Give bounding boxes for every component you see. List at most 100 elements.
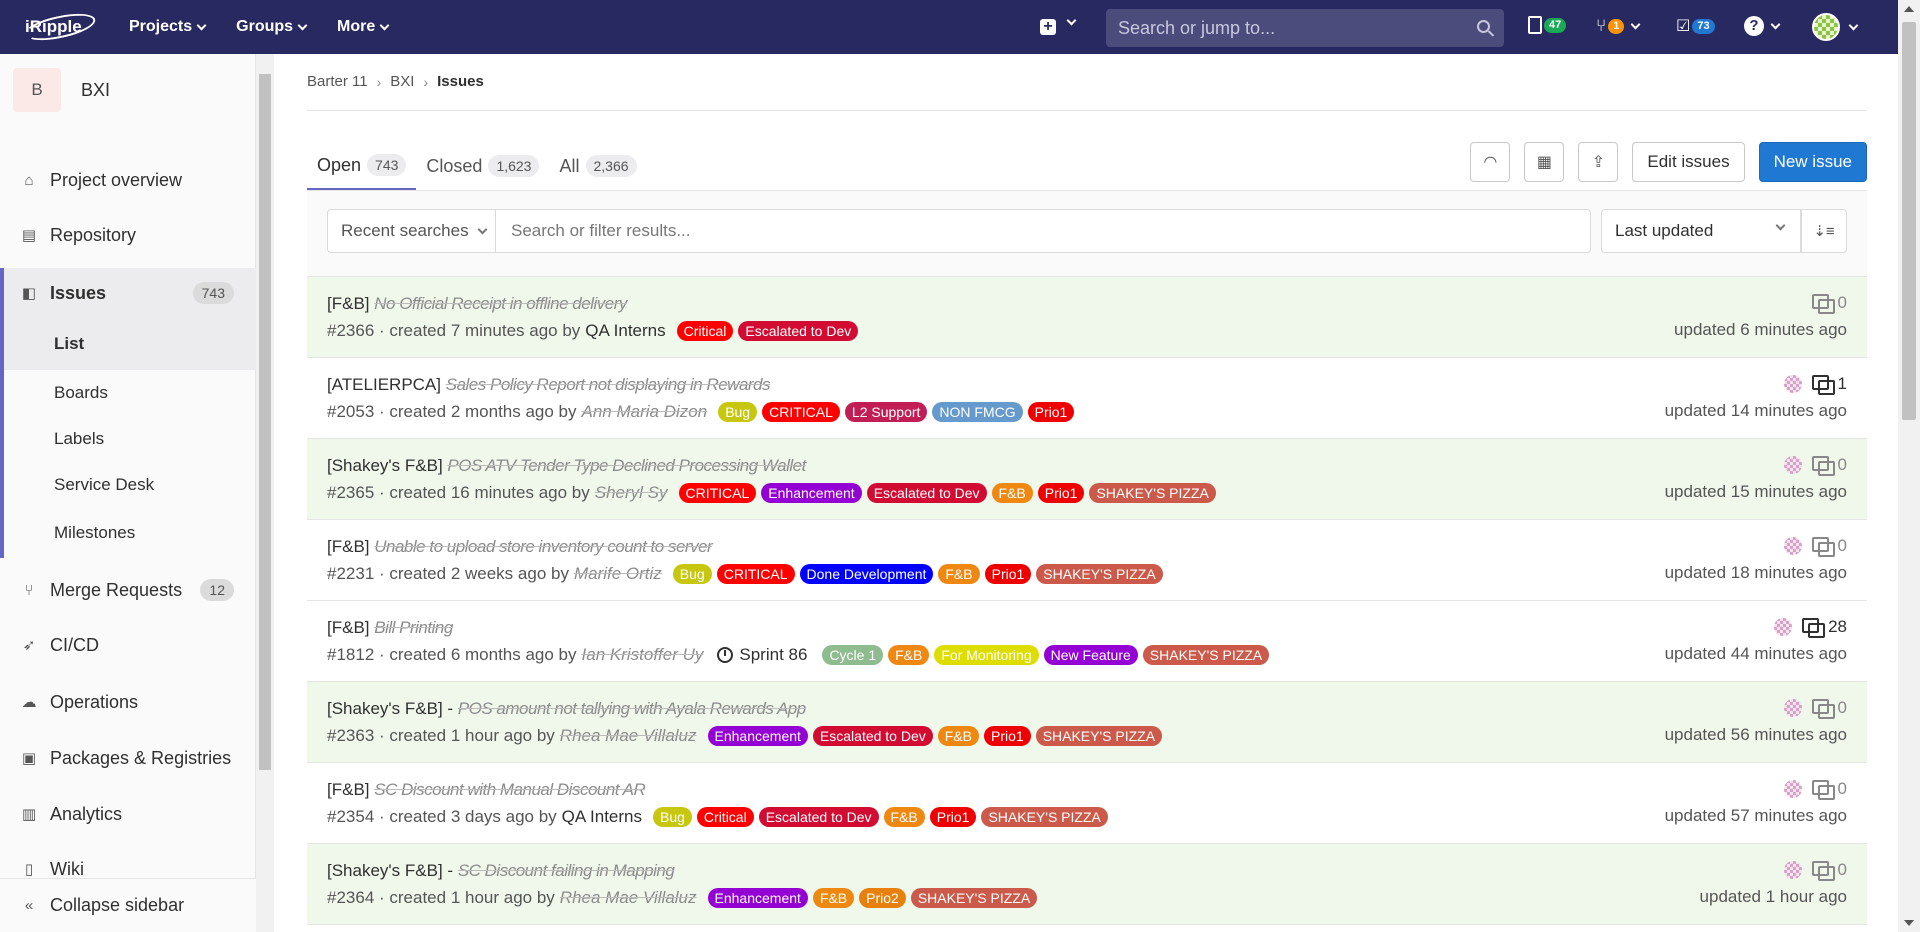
issue-label[interactable]: CRITICAL bbox=[762, 402, 840, 422]
issue-label[interactable]: SHAKEY'S PIZZA bbox=[1035, 726, 1163, 746]
issue-title[interactable]: [F&B] No Official Receipt in offline del… bbox=[327, 294, 627, 314]
sidebar-item-issues[interactable]: ◧ Issues 743 bbox=[0, 268, 256, 318]
issue-label[interactable]: Bug bbox=[672, 564, 712, 584]
issue-label[interactable]: Escalated to Dev bbox=[812, 726, 933, 746]
scroll-up-arrow[interactable] bbox=[1904, 6, 1914, 12]
issue-label[interactable]: Enhancement bbox=[707, 888, 808, 908]
issue-author[interactable]: Rhea Mae Villaluz bbox=[560, 726, 697, 746]
issue-title[interactable]: [F&B] Unable to upload store inventory c… bbox=[327, 537, 713, 557]
issue-label[interactable]: NON FMCG bbox=[932, 402, 1023, 422]
issue-title[interactable]: [Shakey's F&B] POS ATV Tender Type Decli… bbox=[327, 456, 806, 476]
iripple-logo[interactable]: iRipple bbox=[22, 8, 98, 46]
assignee-avatar[interactable] bbox=[1783, 375, 1802, 393]
comments-count[interactable]: 0 bbox=[1811, 536, 1847, 557]
comments-count[interactable]: 0 bbox=[1811, 698, 1847, 719]
project-header[interactable]: B BXI bbox=[13, 68, 110, 112]
tab-open[interactable]: Open 743 bbox=[307, 142, 417, 190]
issue-label[interactable]: Prio1 bbox=[984, 564, 1032, 584]
issue-label[interactable]: Done Development bbox=[799, 564, 934, 584]
todos-button[interactable]: ☑ 73 bbox=[1676, 16, 1715, 36]
issue-label[interactable]: F&B bbox=[888, 645, 930, 665]
issue-label[interactable]: F&B bbox=[991, 483, 1033, 503]
issue-title[interactable]: [F&B] SC Discount with Manual Discount A… bbox=[327, 780, 646, 800]
sidebar-subitem-milestones[interactable]: Milestones bbox=[0, 508, 256, 558]
issue-milestone[interactable]: Sprint 86 bbox=[717, 645, 807, 665]
issue-label[interactable]: Critical bbox=[676, 321, 734, 341]
sort-direction-button[interactable]: ⇣≡ bbox=[1801, 209, 1847, 253]
issue-id[interactable]: #2366 bbox=[327, 321, 374, 341]
issue-title[interactable]: [Shakey's F&B] - SC Discount failing in … bbox=[327, 861, 675, 881]
issue-label[interactable]: For Monitoring bbox=[934, 645, 1039, 665]
merge-requests-button[interactable]: ⑂ 1 bbox=[1596, 16, 1641, 36]
comments-count[interactable]: 0 bbox=[1811, 779, 1847, 800]
issue-label[interactable]: Escalated to Dev bbox=[758, 807, 879, 827]
issue-id[interactable]: #2364 bbox=[327, 888, 374, 908]
assignee-avatar[interactable] bbox=[1783, 861, 1802, 879]
sidebar-subitem-service-desk[interactable]: Service Desk bbox=[0, 462, 256, 508]
issue-id[interactable]: #2231 bbox=[327, 564, 374, 584]
issue-label[interactable]: SHAKEY'S PIZZA bbox=[1036, 564, 1163, 584]
recent-searches-dropdown[interactable]: Recent searches bbox=[327, 209, 495, 253]
issue-label[interactable]: F&B bbox=[937, 726, 979, 746]
issue-label[interactable]: F&B bbox=[883, 807, 925, 827]
scroll-down-arrow[interactable] bbox=[1904, 920, 1914, 926]
calendar-feed-button[interactable]: ▦ bbox=[1524, 142, 1565, 182]
groups-menu[interactable]: Groups bbox=[236, 18, 308, 36]
global-search-input[interactable]: Search or jump to... bbox=[1106, 9, 1504, 47]
issue-author[interactable]: Ann Maria Dizon bbox=[582, 402, 708, 422]
sidebar-item-packages[interactable]: ▣ Packages & Registries bbox=[0, 734, 256, 782]
sidebar-item-operations[interactable]: ☁ Operations bbox=[0, 678, 256, 726]
issue-label[interactable]: Bug bbox=[718, 402, 758, 422]
tab-closed[interactable]: Closed 1,623 bbox=[416, 142, 549, 190]
issue-author[interactable]: Ian Kristoffer Uy bbox=[582, 645, 704, 665]
sidebar-scrollbar[interactable] bbox=[256, 54, 274, 932]
new-issue-button[interactable]: New issue bbox=[1758, 142, 1867, 182]
new-item-plus-icon[interactable]: + bbox=[1040, 19, 1056, 35]
filter-search-input[interactable]: Search or filter results... bbox=[495, 209, 1591, 253]
issue-label[interactable]: Escalated to Dev bbox=[866, 483, 987, 503]
issue-label[interactable]: Prio1 bbox=[984, 726, 1031, 746]
sidebar-subitem-labels[interactable]: Labels bbox=[0, 416, 256, 462]
issue-label[interactable]: Enhancement bbox=[707, 726, 808, 746]
issue-author[interactable]: Rhea Mae Villaluz bbox=[560, 888, 697, 908]
assignee-avatar[interactable] bbox=[1783, 456, 1802, 474]
collapse-sidebar-button[interactable]: «Collapse sidebar bbox=[0, 878, 256, 932]
sidebar-item-merge-requests[interactable]: ⑂ Merge Requests 12 bbox=[0, 566, 256, 614]
more-menu[interactable]: More bbox=[337, 18, 390, 36]
breadcrumb-project[interactable]: BXI bbox=[390, 73, 414, 90]
edit-issues-button[interactable]: Edit issues bbox=[1632, 142, 1745, 182]
issue-row[interactable]: [Shakey's F&B] - SC Discount failing in … bbox=[307, 844, 1867, 925]
issue-label[interactable]: L2 Support bbox=[844, 402, 928, 422]
issue-title[interactable]: [Shakey's F&B] - POS amount not tallying… bbox=[327, 699, 806, 719]
comments-count[interactable]: 0 bbox=[1811, 860, 1847, 881]
issue-author[interactable]: QA Interns bbox=[585, 321, 665, 341]
issue-label[interactable]: Escalated to Dev bbox=[738, 321, 859, 341]
export-button[interactable]: ⇪ bbox=[1578, 142, 1619, 182]
issue-title[interactable]: [F&B] Bill Printing bbox=[327, 618, 453, 638]
comments-count[interactable]: 0 bbox=[1811, 455, 1847, 476]
rss-feed-button[interactable]: ◠ bbox=[1470, 142, 1511, 182]
issue-label[interactable]: SHAKEY'S PIZZA bbox=[981, 807, 1108, 827]
assignee-avatar[interactable] bbox=[1783, 537, 1802, 555]
assignee-avatar[interactable] bbox=[1783, 699, 1802, 717]
issue-id[interactable]: #2053 bbox=[327, 402, 374, 422]
sidebar-item-analytics[interactable]: ▥ Analytics bbox=[0, 790, 256, 838]
sidebar-subitem-list[interactable]: List bbox=[0, 318, 256, 370]
comments-count[interactable]: 1 bbox=[1811, 374, 1847, 395]
sidebar-item-project-overview[interactable]: ⌂ Project overview bbox=[0, 156, 256, 204]
issue-label[interactable]: Enhancement bbox=[761, 483, 862, 503]
comments-count[interactable]: 0 bbox=[1811, 293, 1847, 314]
sort-dropdown[interactable]: Last updated bbox=[1601, 209, 1801, 253]
issue-title[interactable]: [ATELIERPCA] Sales Policy Report not dis… bbox=[327, 375, 771, 395]
issue-row[interactable]: [Shakey's F&B] POS ATV Tender Type Decli… bbox=[307, 439, 1867, 520]
issue-row[interactable]: [F&B] SC Discount with Manual Discount A… bbox=[307, 763, 1867, 844]
sidebar-item-cicd[interactable]: ➶ CI/CD bbox=[0, 621, 256, 669]
issue-label[interactable]: SHAKEY'S PIZZA bbox=[1089, 483, 1216, 503]
breadcrumb-group[interactable]: Barter 11 bbox=[307, 73, 368, 90]
issue-label[interactable]: New Feature bbox=[1043, 645, 1138, 665]
issue-row[interactable]: [ATELIERPCA] Sales Policy Report not dis… bbox=[307, 358, 1867, 439]
assignee-avatar[interactable] bbox=[1783, 780, 1802, 798]
sidebar-subitem-boards[interactable]: Boards bbox=[0, 370, 256, 416]
page-scrollbar[interactable] bbox=[1898, 0, 1920, 932]
issue-label[interactable]: CRITICAL bbox=[678, 483, 757, 503]
